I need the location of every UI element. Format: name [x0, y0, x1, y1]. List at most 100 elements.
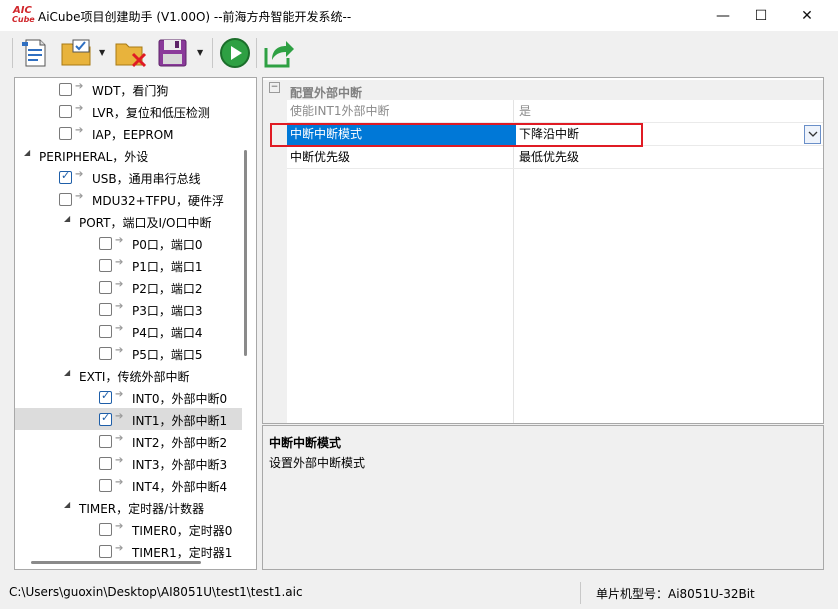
- tree-item-usb[interactable]: ➔ USB，通用串行总线: [15, 166, 242, 188]
- arrow-right-icon: ➔: [75, 125, 84, 136]
- tree-item-iap[interactable]: ➔ IAP，EEPROM: [15, 122, 242, 144]
- export-button[interactable]: [262, 36, 296, 70]
- logo-text-bottom: Cube: [12, 15, 35, 24]
- description-text: 设置外部中断模式: [269, 456, 366, 470]
- tree-item-mdu32[interactable]: ➔ MDU32+TFPU，硬件浮: [15, 188, 242, 210]
- tree-item-int2[interactable]: ➔ INT2，外部中断2: [15, 430, 242, 452]
- checkbox[interactable]: [99, 479, 112, 492]
- run-icon: [220, 38, 250, 68]
- checkbox[interactable]: [99, 347, 112, 360]
- export-icon: [264, 41, 294, 68]
- checkbox[interactable]: [59, 169, 72, 184]
- expand-arrow-icon[interactable]: ◢: [64, 500, 70, 509]
- tree-item-lvr[interactable]: ➔ LVR，复位和低压检测: [15, 100, 242, 122]
- tree-horizontal-scroll-thumb[interactable]: [31, 561, 201, 564]
- tree-item-port[interactable]: ◢ PORT，端口及I/O口中断: [15, 210, 242, 232]
- peripheral-tree[interactable]: ➔ WDT，看门狗 ➔ LVR，复位和低压检测 ➔ IAP，EEPROM ◢ P…: [14, 77, 257, 570]
- arrow-right-icon: ➔: [75, 191, 84, 202]
- checkbox[interactable]: [99, 435, 112, 448]
- property-grid-margin: [263, 100, 287, 423]
- tree-item-p0[interactable]: ➔ P0口，端口0: [15, 232, 242, 254]
- tree-vertical-scrollbar[interactable]: [244, 78, 256, 569]
- open-project-button[interactable]: [60, 36, 94, 70]
- checkbox[interactable]: [59, 83, 72, 96]
- checkbox[interactable]: [59, 127, 72, 140]
- checkbox[interactable]: [59, 105, 72, 118]
- arrow-right-icon: ➔: [75, 169, 84, 180]
- tree-item-int4[interactable]: ➔ INT4，外部中断4: [15, 474, 242, 496]
- new-document-button[interactable]: [18, 36, 52, 70]
- expand-arrow-icon[interactable]: ◢: [64, 214, 70, 223]
- tree-item-timer0[interactable]: ➔ TIMER0，定时器0: [15, 518, 242, 540]
- save-dropdown-arrow[interactable]: ▼: [197, 48, 203, 57]
- arrow-right-icon: ➔: [115, 279, 124, 290]
- close-button[interactable]: ✕: [784, 0, 830, 31]
- tree-item-wdt[interactable]: ➔ WDT，看门狗: [15, 78, 242, 100]
- collapse-icon[interactable]: −: [269, 82, 280, 93]
- close-project-button[interactable]: [114, 36, 148, 70]
- run-button[interactable]: [218, 36, 252, 70]
- tree-item-p1[interactable]: ➔ P1口，端口1: [15, 254, 242, 276]
- arrow-right-icon: ➔: [115, 477, 124, 488]
- tree-item-int1[interactable]: ➔ INT1，外部中断1: [15, 408, 242, 430]
- dropdown-button[interactable]: [804, 125, 821, 144]
- open-dropdown-arrow[interactable]: ▼: [99, 48, 105, 57]
- expand-arrow-icon[interactable]: ◢: [64, 368, 70, 377]
- arrow-right-icon: ➔: [115, 345, 124, 356]
- tree-item-int0[interactable]: ➔ INT0，外部中断0: [15, 386, 242, 408]
- close-project-icon: [115, 43, 147, 68]
- property-row-enable-int1[interactable]: 使能INT1外部中断 是: [287, 100, 823, 123]
- checkbox[interactable]: [99, 457, 112, 470]
- tree-vertical-scroll-thumb[interactable]: [244, 150, 247, 356]
- arrow-right-icon: ➔: [115, 257, 124, 268]
- checkbox[interactable]: [99, 523, 112, 536]
- highlight-box: [270, 123, 643, 147]
- tree-item-p2[interactable]: ➔ P2口，端口2: [15, 276, 242, 298]
- tree-horizontal-scrollbar[interactable]: [15, 555, 244, 569]
- status-bar: C:\Users\guoxin\Desktop\AI8051U\test1\te…: [0, 578, 838, 609]
- maximize-button[interactable]: ☐: [738, 0, 784, 31]
- arrow-right-icon: ➔: [75, 81, 84, 92]
- tree-item-p3[interactable]: ➔ P3口，端口3: [15, 298, 242, 320]
- description-title: 中断中断模式: [269, 436, 342, 450]
- checkbox[interactable]: [99, 303, 112, 316]
- property-grid[interactable]: − 配置外部中断 使能INT1外部中断 是 中断中断模式 下降沿中断 中断优先级…: [262, 77, 824, 424]
- property-value[interactable]: 最低优先级: [516, 146, 819, 168]
- arrow-right-icon: ➔: [115, 521, 124, 532]
- property-row-priority[interactable]: 中断优先级 最低优先级: [287, 146, 823, 169]
- tree-item-int3[interactable]: ➔ INT3，外部中断3: [15, 452, 242, 474]
- arrow-right-icon: ➔: [115, 301, 124, 312]
- tree-item-peripheral[interactable]: ◢ PERIPHERAL，外设: [15, 144, 242, 166]
- property-name: 使能INT1外部中断: [290, 104, 390, 118]
- property-value[interactable]: 是: [516, 100, 819, 122]
- new-document-icon: [22, 39, 46, 67]
- property-category[interactable]: − 配置外部中断: [263, 80, 823, 100]
- toolbar-separator: [212, 38, 213, 68]
- status-mcu-model: 单片机型号：Ai8051U-32Bit: [596, 587, 755, 601]
- save-icon: [158, 39, 187, 67]
- chevron-down-icon: [808, 131, 818, 137]
- checkbox[interactable]: [99, 237, 112, 250]
- checkbox[interactable]: [99, 389, 112, 404]
- arrow-right-icon: ➔: [115, 323, 124, 334]
- tree-item-timer[interactable]: ◢ TIMER，定时器/计数器: [15, 496, 242, 518]
- status-file-path: C:\Users\guoxin\Desktop\AI8051U\test1\te…: [9, 585, 303, 599]
- toolbar: ▼ ▼: [0, 31, 838, 75]
- save-button[interactable]: [156, 36, 190, 70]
- checkbox[interactable]: [99, 411, 112, 426]
- toolbar-separator-2: [256, 38, 257, 68]
- toolbar-grip: [12, 38, 13, 68]
- property-description-panel: 中断中断模式 设置外部中断模式: [262, 425, 824, 570]
- open-project-icon: [61, 39, 91, 66]
- checkbox[interactable]: [59, 193, 72, 206]
- tree-item-p5[interactable]: ➔ P5口，端口5: [15, 342, 242, 364]
- arrow-right-icon: ➔: [115, 433, 124, 444]
- checkbox[interactable]: [99, 325, 112, 338]
- tree-item-p4[interactable]: ➔ P4口，端口4: [15, 320, 242, 342]
- app-logo: AIC Cube: [12, 5, 35, 27]
- checkbox[interactable]: [99, 281, 112, 294]
- expand-arrow-icon[interactable]: ◢: [24, 148, 30, 157]
- checkbox[interactable]: [99, 259, 112, 272]
- arrow-right-icon: ➔: [115, 235, 124, 246]
- tree-item-exti[interactable]: ◢ EXTI，传统外部中断: [15, 364, 242, 386]
